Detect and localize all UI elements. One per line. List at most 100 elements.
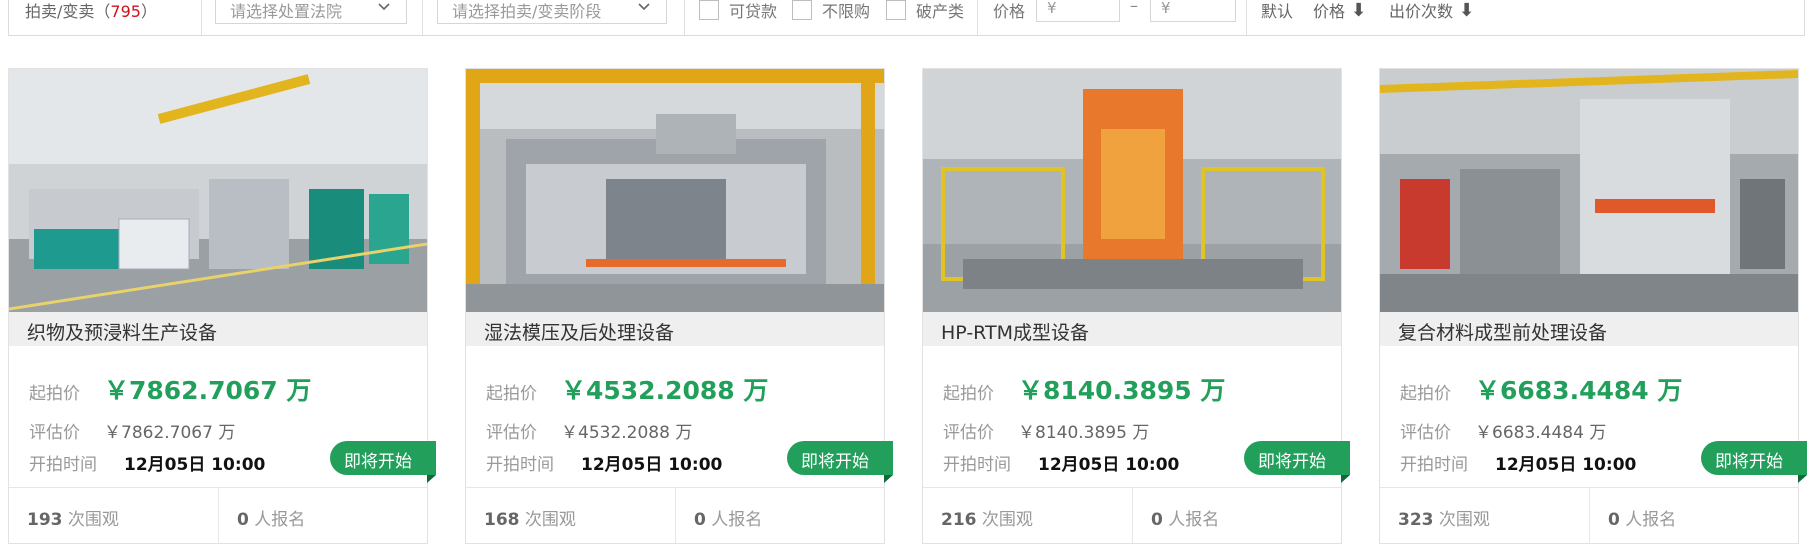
start-time-row: 开拍时间 12月05日 10:00 bbox=[486, 450, 722, 475]
price-filter-label: 价格 bbox=[993, 2, 1026, 21]
item-title[interactable]: 织物及预浸料生产设备 bbox=[9, 312, 427, 346]
checkbox-box[interactable] bbox=[792, 0, 812, 20]
signup-count: 0 人报名 bbox=[694, 488, 762, 544]
auction-card[interactable]: 湿法模压及后处理设备 起拍价 ￥4532.2088 万 评估价 ￥4532.20… bbox=[465, 68, 893, 544]
signup-count: 0 人报名 bbox=[237, 488, 305, 544]
divider bbox=[977, 0, 978, 35]
checkbox-box[interactable] bbox=[699, 0, 719, 20]
views-count: 168 次围观 bbox=[484, 488, 576, 544]
start-price-row: 起拍价 ￥7862.7067 万 bbox=[29, 371, 311, 407]
status-badge: 即将开始 bbox=[1244, 441, 1350, 483]
item-title[interactable]: HP-RTM成型设备 bbox=[923, 312, 1341, 346]
status-badge: 即将开始 bbox=[1701, 441, 1807, 483]
factory-photo-icon bbox=[923, 69, 1341, 312]
price-min-input[interactable]: ¥ bbox=[1036, 0, 1120, 22]
start-time-label: 开拍时间 bbox=[943, 455, 1011, 475]
checkbox-loan[interactable]: 可贷款 bbox=[699, 0, 777, 22]
product-photo[interactable] bbox=[9, 69, 427, 312]
status-badge-label: 即将开始 bbox=[1715, 452, 1783, 472]
court-select[interactable]: 请选择处置法院 bbox=[215, 0, 407, 24]
views-count-value: 168 bbox=[484, 510, 520, 530]
auction-count-value: 795 bbox=[110, 2, 141, 21]
auction-card[interactable]: HP-RTM成型设备 起拍价 ￥8140.3895 万 评估价 ￥8140.38… bbox=[922, 68, 1350, 544]
divider bbox=[675, 488, 676, 543]
start-price-value: ￥8140.3895 万 bbox=[1018, 376, 1226, 405]
sort-default[interactable]: 默认 bbox=[1261, 0, 1293, 22]
eval-price-label: 评估价 bbox=[943, 423, 994, 443]
stage-select[interactable]: 请选择拍卖/变卖阶段 bbox=[437, 0, 667, 24]
start-time-value: 12月05日 10:00 bbox=[1495, 455, 1637, 475]
signup-count: 0 人报名 bbox=[1608, 488, 1676, 544]
auction-count-label: 拍卖/变卖（ bbox=[25, 2, 111, 21]
auction-count: 拍卖/变卖（795） bbox=[25, 0, 157, 22]
currency-symbol: ¥ bbox=[1047, 0, 1057, 17]
eval-price-value: ￥7862.7067 万 bbox=[104, 423, 236, 443]
sort-bids[interactable]: 出价次数 ⬇ bbox=[1389, 0, 1474, 22]
product-photo[interactable] bbox=[923, 69, 1341, 312]
start-price-value: ￥4532.2088 万 bbox=[561, 376, 769, 405]
badge-fold bbox=[1798, 475, 1807, 483]
signup-count: 0 人报名 bbox=[1151, 488, 1219, 544]
item-title[interactable]: 湿法模压及后处理设备 bbox=[466, 312, 884, 346]
sort-price-label: 价格 bbox=[1313, 2, 1346, 21]
divider bbox=[684, 0, 685, 35]
factory-photo-icon bbox=[1380, 69, 1798, 312]
divider bbox=[218, 488, 219, 543]
badge-fold bbox=[427, 475, 436, 483]
card-footer: 168 次围观 0 人报名 bbox=[466, 487, 884, 543]
signup-suffix: 人报名 bbox=[1168, 510, 1220, 530]
range-dash: – bbox=[1130, 0, 1138, 15]
checkbox-bankruptcy[interactable]: 破产类 bbox=[886, 0, 964, 22]
auction-count-close: ） bbox=[140, 2, 157, 21]
start-price-label: 起拍价 bbox=[1400, 384, 1451, 404]
auction-card[interactable]: 织物及预浸料生产设备 起拍价 ￥7862.7067 万 评估价 ￥7862.70… bbox=[8, 68, 436, 544]
views-count: 193 次围观 bbox=[27, 488, 119, 544]
views-count: 323 次围观 bbox=[1398, 488, 1490, 544]
signup-count-value: 0 bbox=[237, 510, 249, 530]
item-title[interactable]: 复合材料成型前处理设备 bbox=[1380, 312, 1798, 346]
eval-price-value: ￥6683.4484 万 bbox=[1475, 423, 1607, 443]
views-count-value: 323 bbox=[1398, 510, 1434, 530]
views-suffix: 次围观 bbox=[981, 510, 1033, 530]
views-count-value: 216 bbox=[941, 510, 977, 530]
eval-price-label: 评估价 bbox=[1400, 423, 1451, 443]
sort-price[interactable]: 价格 ⬇ bbox=[1313, 0, 1366, 22]
signup-count-value: 0 bbox=[694, 510, 706, 530]
product-photo[interactable] bbox=[466, 69, 884, 312]
eval-price-row: 评估价 ￥8140.3895 万 bbox=[943, 418, 1149, 443]
start-price-row: 起拍价 ￥6683.4484 万 bbox=[1400, 371, 1682, 407]
divider bbox=[1589, 488, 1590, 543]
start-price-label: 起拍价 bbox=[486, 384, 537, 404]
checkbox-loan-label: 可贷款 bbox=[729, 2, 778, 21]
divider bbox=[1246, 0, 1247, 35]
product-photo[interactable] bbox=[1380, 69, 1798, 312]
views-suffix: 次围观 bbox=[1438, 510, 1490, 530]
divider bbox=[422, 0, 423, 35]
status-badge-label: 即将开始 bbox=[1258, 452, 1326, 472]
auction-card[interactable]: 复合材料成型前处理设备 起拍价 ￥6683.4484 万 评估价 ￥6683.4… bbox=[1379, 68, 1807, 544]
eval-price-label: 评估价 bbox=[486, 423, 537, 443]
card-footer: 216 次围观 0 人报名 bbox=[923, 487, 1341, 543]
signup-count-value: 0 bbox=[1151, 510, 1163, 530]
start-time-row: 开拍时间 12月05日 10:00 bbox=[29, 450, 265, 475]
arrow-down-icon: ⬇ bbox=[1459, 0, 1475, 21]
views-suffix: 次围观 bbox=[524, 510, 576, 530]
checkbox-unrestricted-label: 不限购 bbox=[822, 2, 871, 21]
views-count: 216 次围观 bbox=[941, 488, 1033, 544]
status-badge: 即将开始 bbox=[330, 441, 436, 483]
start-time-value: 12月05日 10:00 bbox=[1038, 455, 1180, 475]
start-time-row: 开拍时间 12月05日 10:00 bbox=[1400, 450, 1636, 475]
start-price-row: 起拍价 ￥8140.3895 万 bbox=[943, 371, 1225, 407]
price-max-input[interactable]: ¥ bbox=[1150, 0, 1236, 22]
card-footer: 323 次围观 0 人报名 bbox=[1380, 487, 1798, 543]
checkbox-box[interactable] bbox=[886, 0, 906, 20]
start-time-label: 开拍时间 bbox=[1400, 455, 1468, 475]
card-footer: 193 次围观 0 人报名 bbox=[9, 487, 427, 543]
eval-price-row: 评估价 ￥6683.4484 万 bbox=[1400, 418, 1606, 443]
signup-suffix: 人报名 bbox=[254, 510, 306, 530]
stage-select-placeholder: 请选择拍卖/变卖阶段 bbox=[452, 2, 602, 21]
status-badge: 即将开始 bbox=[787, 441, 893, 483]
checkbox-unrestricted[interactable]: 不限购 bbox=[792, 0, 870, 22]
chevron-down-icon bbox=[378, 3, 390, 11]
checkbox-bankruptcy-label: 破产类 bbox=[916, 2, 965, 21]
